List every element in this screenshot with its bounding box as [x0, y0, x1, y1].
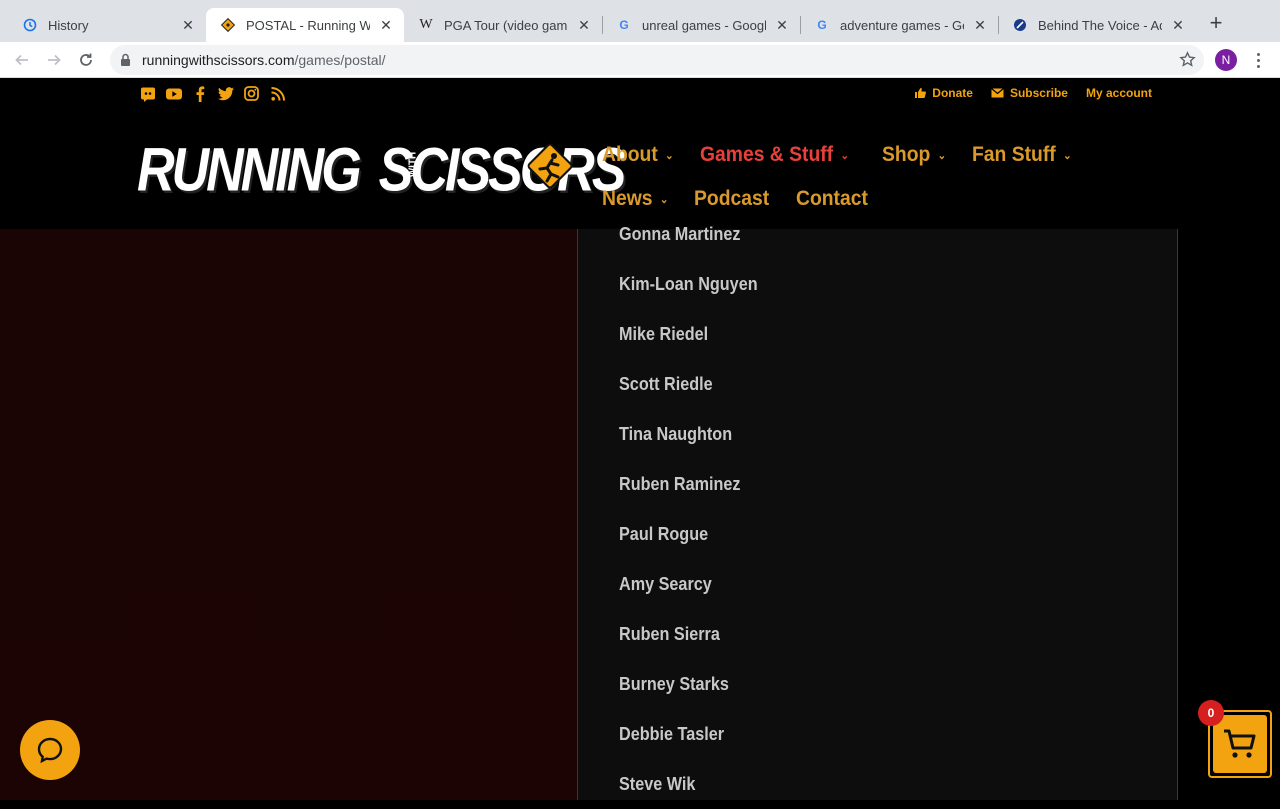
shopping-cart-icon [1224, 729, 1256, 758]
main-nav-row-1: About ⌄ Games & Stuff ⌄ Shop ⌄ Fan Stuff ⌄ [602, 133, 1202, 177]
browser-tab-strip: History ✕ POSTAL - Running With Scissors… [0, 0, 1280, 42]
twitter-icon[interactable] [217, 85, 234, 102]
credits-list: Gonna Martinez Kim-Loan Nguyen Mike Ried… [619, 209, 773, 809]
back-button[interactable] [10, 48, 34, 72]
browser-menu-icon[interactable] [1250, 49, 1266, 71]
close-icon[interactable]: ✕ [180, 17, 196, 33]
forward-button[interactable] [42, 48, 66, 72]
logo-with-text: WITH [407, 151, 419, 178]
list-item: Steve Wik [619, 774, 696, 794]
nav-news[interactable]: News ⌄ [602, 187, 668, 211]
cart-button[interactable]: 0 [1198, 700, 1272, 778]
address-bar[interactable]: runningwithscissors.com/games/postal/ [110, 45, 1204, 75]
credits-panel: Gonna Martinez Kim-Loan Nguyen Mike Ried… [577, 224, 1178, 800]
list-item: Mike Riedel [619, 324, 709, 344]
nav-podcast[interactable]: Podcast [694, 187, 769, 211]
chevron-down-icon: ⌄ [659, 193, 669, 206]
list-item: Amy Searcy [619, 574, 712, 594]
close-icon[interactable]: ✕ [576, 17, 592, 33]
nav-shop[interactable]: Shop ⌄ [882, 143, 946, 167]
tab-history[interactable]: History ✕ [8, 8, 206, 42]
donate-label: Donate [932, 86, 973, 100]
my-account-label: My account [1085, 86, 1152, 100]
nav-about[interactable]: About ⌄ [602, 143, 674, 167]
tab-title: Behind The Voice - Admin [1038, 17, 1162, 33]
new-tab-button[interactable]: + [1205, 12, 1227, 35]
arrow-right-icon [48, 54, 61, 66]
chevron-down-icon: ⌄ [1062, 149, 1072, 162]
nav-games-and-stuff[interactable]: Games & Stuff ⌄ [700, 143, 849, 167]
reload-button[interactable] [74, 48, 98, 72]
tab-title: adventure games - Google Search [840, 17, 964, 33]
list-item: Gonna Martinez [619, 224, 741, 244]
main-nav: About ⌄ Games & Stuff ⌄ Shop ⌄ Fan Stuff ⌄ N… [602, 133, 1202, 221]
chevron-down-icon: ⌄ [937, 149, 946, 162]
subscribe-link[interactable]: Subscribe [991, 86, 1068, 100]
list-item: Burney Starks [619, 674, 729, 694]
tab-postal[interactable]: POSTAL - Running With Scissors ✕ [206, 8, 404, 42]
tab-pga-tour[interactable]: W PGA Tour (video game series) ✕ [404, 8, 602, 42]
discord-icon[interactable] [139, 85, 156, 102]
cart-count-badge: 0 [1198, 700, 1224, 726]
site-top-bar: Donate Subscribe My account [0, 79, 1280, 111]
reload-icon [80, 53, 92, 66]
google-icon: G [817, 18, 827, 32]
left-panel [0, 229, 577, 800]
list-item: Scott Riedle [619, 374, 713, 394]
bookmark-star-icon[interactable] [1179, 51, 1196, 73]
chat-widget-button[interactable] [20, 720, 80, 780]
close-icon[interactable]: ✕ [774, 17, 790, 33]
btv-icon [1012, 17, 1028, 33]
tab-unreal-games[interactable]: G unreal games - Google Search ✕ [602, 8, 800, 42]
history-icon [22, 17, 38, 33]
running-man-sign-icon [527, 143, 573, 189]
close-icon[interactable]: ✕ [378, 17, 394, 33]
list-item: Kim-Loan Nguyen [619, 274, 758, 294]
close-icon[interactable]: ✕ [1170, 17, 1186, 33]
tab-behind-the-voice[interactable]: Behind The Voice - Admin ✕ [998, 8, 1196, 42]
tab-title: PGA Tour (video game series) [444, 17, 568, 33]
browser-toolbar: runningwithscissors.com/games/postal/ N [0, 42, 1280, 78]
tab-title: POSTAL - Running With Scissors [246, 17, 370, 33]
rws-logo[interactable]: RUNNING SCISSORS WITH [137, 133, 626, 204]
close-icon[interactable]: ✕ [972, 17, 988, 33]
donate-link[interactable]: Donate [914, 86, 973, 100]
rss-icon[interactable] [269, 85, 286, 102]
instagram-icon[interactable] [243, 85, 260, 102]
list-item: Tina Naughton [619, 424, 733, 444]
arrow-left-icon [15, 54, 28, 66]
my-account-link[interactable]: My account [1086, 86, 1152, 100]
subscribe-label: Subscribe [1009, 86, 1068, 100]
chat-bubble-icon [37, 737, 63, 763]
page-content: Gonna Martinez Kim-Loan Nguyen Mike Ried… [0, 224, 1280, 800]
tab-title: History [48, 17, 89, 33]
url-path: /games/postal/ [294, 52, 386, 68]
tab-adventure-games[interactable]: G adventure games - Google Search ✕ [800, 8, 998, 42]
wikipedia-icon: W [419, 17, 433, 32]
rws-favicon-icon [220, 17, 236, 33]
facebook-icon[interactable] [191, 85, 208, 102]
url-text: runningwithscissors.com/games/postal/ [142, 52, 386, 68]
youtube-icon[interactable] [165, 85, 182, 102]
list-item: Paul Rogue [619, 524, 709, 544]
chevron-down-icon: ⌄ [840, 149, 849, 162]
url-domain: runningwithscissors.com [142, 52, 295, 68]
lock-icon [120, 53, 131, 72]
nav-fan-stuff[interactable]: Fan Stuff ⌄ [972, 143, 1072, 167]
tab-title: unreal games - Google Search [642, 17, 766, 33]
chevron-down-icon: ⌄ [665, 149, 674, 162]
envelope-icon [991, 88, 1004, 98]
utility-links: Donate Subscribe My account [914, 86, 1152, 100]
list-item: Ruben Sierra [619, 624, 720, 644]
thumbs-up-icon [915, 88, 927, 98]
list-item: Ruben Raminez [619, 474, 741, 494]
google-icon: G [619, 18, 629, 32]
nav-contact[interactable]: Contact [796, 187, 868, 211]
social-links [139, 85, 286, 102]
profile-avatar[interactable]: N [1215, 49, 1237, 71]
list-item: Debbie Tasler [619, 724, 725, 744]
